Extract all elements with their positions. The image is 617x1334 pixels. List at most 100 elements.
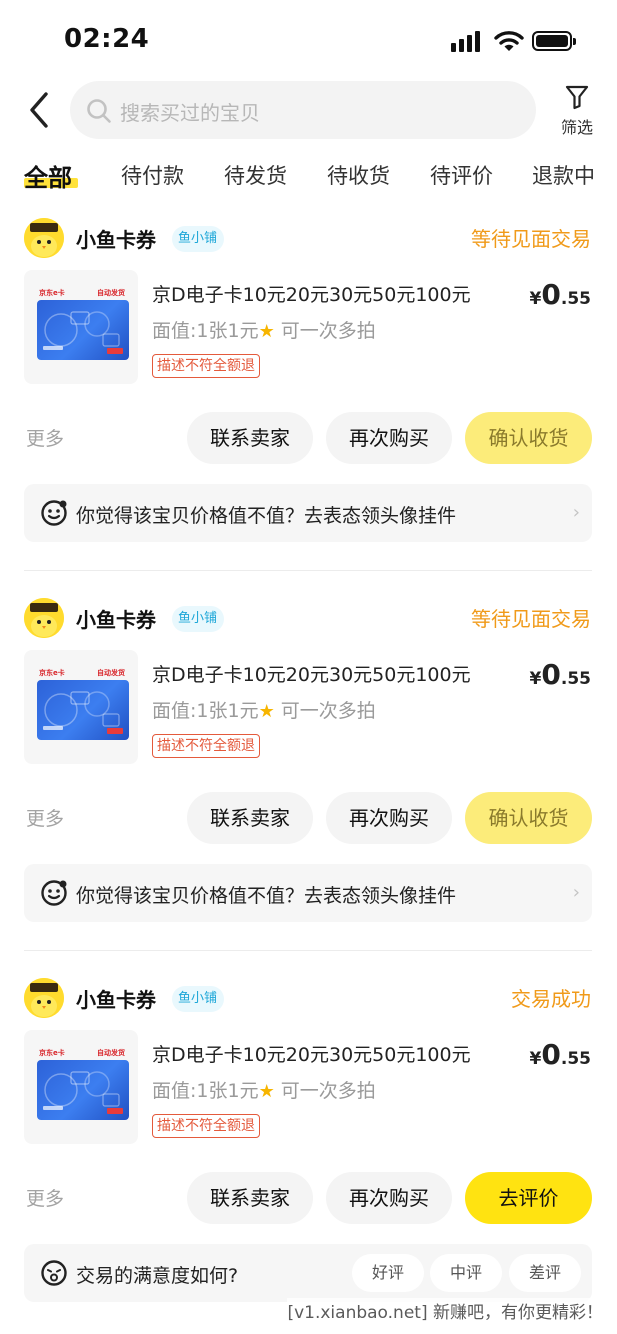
- order-status: 等待见面交易: [471, 227, 591, 251]
- satisfaction-text: 交易的满意度如何?: [76, 1265, 239, 1287]
- item-spec-suffix: 可一次多拍: [280, 320, 376, 342]
- item-thumbnail[interactable]: 京东e卡 自动发货: [24, 1030, 138, 1144]
- order-status: 交易成功: [511, 987, 591, 1011]
- item-price: ¥0.55: [530, 278, 591, 311]
- price-feedback-bar[interactable]: 你觉得该宝贝价格值不值？去表态领头像挂件 ›: [24, 484, 592, 542]
- buy-again-button[interactable]: 再次购买: [326, 412, 452, 464]
- item-spec-value: 面值:1张1元: [152, 1080, 259, 1102]
- item-spec-value: 面值:1张1元: [152, 700, 259, 722]
- confirm-receipt-button[interactable]: 确认收货: [465, 792, 592, 844]
- shop-avatar[interactable]: [24, 978, 64, 1018]
- confirm-receipt-button[interactable]: 确认收货: [465, 412, 592, 464]
- star-icon: ★: [258, 701, 275, 722]
- surprised-face-icon: [41, 1260, 67, 1286]
- price-decimal: .55: [560, 289, 591, 309]
- rate-good-button[interactable]: 好评: [352, 1254, 424, 1292]
- write-review-button[interactable]: 去评价: [465, 1172, 592, 1224]
- search-icon: [87, 99, 111, 123]
- gift-card-pattern: [43, 691, 123, 734]
- item-title[interactable]: 京D电子卡10元20元30元50元100元: [152, 660, 508, 687]
- more-link[interactable]: 更多: [26, 1184, 64, 1211]
- shop-name[interactable]: 小鱼卡券: [76, 224, 156, 253]
- filter-icon: [565, 85, 589, 110]
- item-thumbnail[interactable]: 京东e卡 自动发货: [24, 650, 138, 764]
- wifi-icon: [494, 31, 524, 51]
- price-integer: 0: [541, 1038, 561, 1071]
- contact-seller-button[interactable]: 联系卖家: [187, 792, 313, 844]
- order-card: 小鱼卡券 鱼小铺 交易成功 京东e卡 自动发货 京D电子卡10元20元30元50…: [0, 978, 617, 1334]
- chevron-right-icon: ›: [572, 882, 580, 903]
- buy-again-button[interactable]: 再次购买: [326, 792, 452, 844]
- tab-refunding[interactable]: 退款中: [532, 160, 595, 190]
- rate-bad-button[interactable]: 差评: [509, 1254, 581, 1292]
- header: 搜索买过的宝贝 筛选: [0, 78, 617, 144]
- tab-pending-review[interactable]: 待评价: [430, 160, 493, 190]
- chick-icon: [24, 598, 64, 638]
- card-brand-label: 京东e卡: [39, 1049, 65, 1057]
- item-spec-suffix: 可一次多拍: [280, 1080, 376, 1102]
- status-time: 02:24: [64, 24, 150, 54]
- gift-card-image: [37, 300, 129, 360]
- tab-all[interactable]: 全部: [24, 158, 72, 193]
- chevron-right-icon: ›: [572, 502, 580, 523]
- price-feedback-text: 你觉得该宝贝价格值不值？去表态领头像挂件: [76, 885, 457, 907]
- card-tag-label: 自动发货: [97, 289, 125, 297]
- item-thumbnail[interactable]: 京东e卡 自动发货: [24, 270, 138, 384]
- item-title[interactable]: 京D电子卡10元20元30元50元100元: [152, 1040, 508, 1067]
- item-spec: 面值:1张1元★ 可一次多拍: [152, 316, 376, 343]
- price-feedback-text: 你觉得该宝贝价格值不值？去表态领头像挂件: [76, 505, 457, 527]
- smiley-icon: [41, 500, 67, 526]
- shop-badge: 鱼小铺: [172, 986, 225, 1012]
- tab-pending-payment[interactable]: 待付款: [121, 160, 184, 190]
- order-card: 小鱼卡券 鱼小铺 等待见面交易 京东e卡 自动发货 京D电子卡10元20元30元…: [0, 598, 617, 978]
- watermark: [v1.xianbao.net] 新赚吧，有你更精彩！: [287, 1298, 603, 1323]
- more-link[interactable]: 更多: [26, 424, 64, 451]
- chick-icon: [24, 218, 64, 258]
- satisfaction-bar: 交易的满意度如何? 好评 中评 差评: [24, 1244, 592, 1302]
- filter-button[interactable]: 筛选: [556, 82, 598, 142]
- contact-seller-button[interactable]: 联系卖家: [187, 412, 313, 464]
- chevron-left-icon[interactable]: [24, 90, 54, 130]
- price-integer: 0: [541, 658, 561, 691]
- star-icon: ★: [258, 321, 275, 342]
- refund-guarantee-tag: 描述不符全额退: [152, 734, 260, 758]
- more-link[interactable]: 更多: [26, 804, 64, 831]
- gift-card-image: [37, 1060, 129, 1120]
- shop-name[interactable]: 小鱼卡券: [76, 604, 156, 633]
- price-currency: ¥: [529, 669, 542, 689]
- signal-icon: [451, 30, 483, 52]
- buy-again-button[interactable]: 再次购买: [326, 1172, 452, 1224]
- filter-label: 筛选: [560, 118, 593, 137]
- price-feedback-bar[interactable]: 你觉得该宝贝价格值不值？去表态领头像挂件 ›: [24, 864, 592, 922]
- card-top-labels: 京东e卡 自动发货: [37, 1048, 129, 1060]
- shop-avatar[interactable]: [24, 598, 64, 638]
- shop-avatar[interactable]: [24, 218, 64, 258]
- search-input[interactable]: 搜索买过的宝贝: [70, 81, 536, 139]
- refund-guarantee-tag: 描述不符全额退: [152, 1114, 260, 1138]
- order-tabs: 全部 待付款 待发货 待收货 待评价 退款中: [0, 152, 617, 204]
- card-tag-label: 自动发货: [97, 669, 125, 677]
- rate-neutral-button[interactable]: 中评: [430, 1254, 502, 1292]
- shop-name[interactable]: 小鱼卡券: [76, 984, 156, 1013]
- item-spec: 面值:1张1元★ 可一次多拍: [152, 696, 376, 723]
- star-icon: ★: [258, 1081, 275, 1102]
- gift-card-pattern: [43, 311, 123, 354]
- card-brand-label: 京东e卡: [39, 289, 65, 297]
- refund-guarantee-tag: 描述不符全额退: [152, 354, 260, 378]
- smiley-icon: [41, 880, 67, 906]
- divider: [24, 570, 592, 571]
- gift-card-image: [37, 680, 129, 740]
- order-status: 等待见面交易: [471, 607, 591, 631]
- tab-pending-shipment[interactable]: 待发货: [224, 160, 287, 190]
- chick-icon: [24, 978, 64, 1018]
- item-spec: 面值:1张1元★ 可一次多拍: [152, 1076, 376, 1103]
- battery-icon: [532, 31, 576, 51]
- contact-seller-button[interactable]: 联系卖家: [187, 1172, 313, 1224]
- item-title[interactable]: 京D电子卡10元20元30元50元100元: [152, 280, 508, 307]
- status-bar: 02:24: [0, 0, 617, 80]
- order-card: 小鱼卡券 鱼小铺 等待见面交易 京东e卡 自动发货 京D电子卡10元20元30元…: [0, 218, 617, 598]
- shop-badge: 鱼小铺: [172, 606, 225, 632]
- card-top-labels: 京东e卡 自动发货: [37, 668, 129, 680]
- tab-pending-receipt[interactable]: 待收货: [327, 160, 390, 190]
- price-integer: 0: [541, 278, 561, 311]
